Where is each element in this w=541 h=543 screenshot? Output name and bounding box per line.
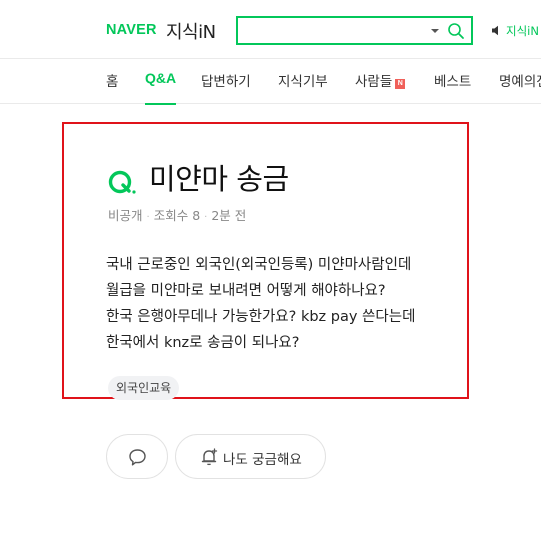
question-body-line: 한국에서 knz로 송금이 되나요? [106, 335, 300, 351]
search-dropdown-caret-icon[interactable] [431, 29, 439, 33]
tab-best[interactable]: 베스트 [434, 70, 471, 104]
posted-time: 2분 전 [211, 208, 247, 223]
speaker-icon [492, 25, 498, 36]
curious-too-button[interactable]: 나도 궁금해요 [175, 434, 326, 479]
kin-logo[interactable]: 지식iN [166, 18, 216, 44]
search-input[interactable] [244, 21, 424, 41]
tab-answer[interactable]: 답변하기 [201, 70, 251, 104]
main-tabs: 홈 Q&A 답변하기 지식기부 사람들N 베스트 명예의전당 [0, 59, 541, 105]
question-body: 국내 근로중인 외국인(외국인등록) 미얀마사람인데 월급을 미얀마로 보내려면… [106, 252, 466, 356]
top-header: NAVER 지식iN 지식iN [0, 0, 541, 59]
question-body-line: 국내 근로중인 외국인(외국인등록) 미얀마사람인데 [106, 257, 412, 273]
tab-people-label: 사람들 [355, 74, 393, 90]
kin-home-link[interactable]: 지식iN [506, 23, 539, 39]
separator-dot: · [146, 212, 150, 223]
question-meta: 비공개 · 조회수 8 · 2분 전 [108, 205, 246, 224]
tab-knowledge-donation[interactable]: 지식기부 [278, 70, 328, 104]
tab-people[interactable]: 사람들 N [355, 70, 406, 104]
new-badge: N [395, 79, 406, 89]
tab-qna[interactable]: Q&A [145, 70, 177, 105]
tag-chip[interactable]: 외국인교육 [108, 376, 180, 400]
question-body-line: 한국 은행아무데나 가능한가요? kbz pay 쓴다는데 [106, 309, 416, 325]
curious-too-label: 나도 궁금해요 [223, 452, 302, 468]
question-body-line: 월급을 미얀마로 보내려면 어떻게 해야하나요? [106, 283, 386, 299]
search-icon[interactable] [447, 22, 465, 40]
question-title: 미얀마 송금 [149, 162, 289, 196]
tab-hall-of-fame[interactable]: 명예의전당 [499, 70, 541, 104]
author-name: 비공개 [108, 208, 143, 223]
question-card: 미얀마 송금 비공개 · 조회수 8 · 2분 전 국내 근로중인 외국인(외국인등록)… [62, 122, 469, 400]
bell-plus-icon [201, 448, 218, 466]
comment-button[interactable] [106, 434, 168, 479]
speech-bubble-icon [129, 449, 146, 466]
naver-logo[interactable]: NAVER [106, 22, 157, 38]
separator-dot: · [204, 212, 208, 223]
tab-home[interactable]: 홈 [106, 70, 118, 104]
question-q-icon [108, 170, 136, 194]
search-box [236, 16, 473, 45]
views-label: 조회수 [153, 208, 189, 223]
views-count: 8 [192, 208, 201, 223]
